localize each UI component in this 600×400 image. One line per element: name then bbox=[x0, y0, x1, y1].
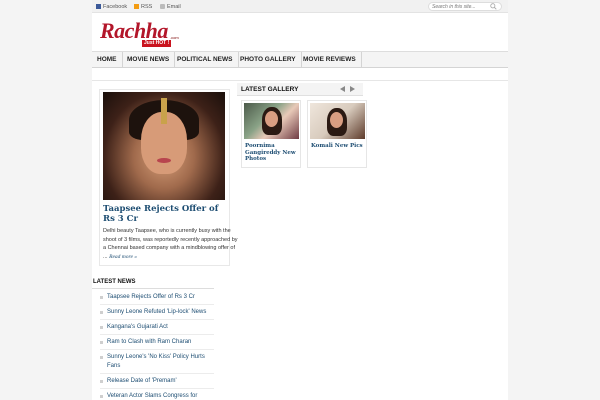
latest-gallery-header: LATEST GALLERY bbox=[237, 83, 363, 96]
list-item: Release Date of 'Premam' bbox=[100, 374, 214, 389]
news-link[interactable]: Ram to Clash with Ram Charan bbox=[107, 338, 213, 347]
bullet-icon bbox=[100, 380, 103, 383]
news-link[interactable]: Release Date of 'Premam' bbox=[107, 377, 213, 386]
featured-image-lips bbox=[157, 158, 171, 163]
gallery-next-arrow-icon[interactable] bbox=[350, 86, 355, 92]
bullet-icon bbox=[100, 395, 103, 398]
search-icon[interactable] bbox=[490, 3, 497, 10]
bullet-icon bbox=[100, 296, 103, 299]
rss-label: RSS bbox=[141, 4, 153, 10]
facebook-link[interactable]: Facebook bbox=[96, 3, 127, 11]
main-nav: HOME MOVIE NEWS POLITICAL NEWS PHOTO GAL… bbox=[92, 51, 508, 68]
bullet-icon bbox=[100, 326, 103, 329]
nav-item-photo-gallery[interactable]: PHOTO GALLERY bbox=[235, 52, 302, 68]
email-label: Email bbox=[167, 4, 181, 10]
list-item: Taapsee Rejects Offer of Rs 3 Cr bbox=[100, 290, 214, 305]
nav-item-movie-news[interactable]: MOVIE NEWS bbox=[122, 52, 176, 68]
news-link[interactable]: Taapsee Rejects Offer of Rs 3 Cr bbox=[107, 293, 213, 302]
list-item: Veteran Actor Slams Congress for bbox=[100, 389, 214, 400]
featured-article-excerpt: Delhi beauty Taapsee, who is currently b… bbox=[103, 227, 238, 261]
list-item: Ram to Clash with Ram Charan bbox=[100, 335, 214, 350]
logo-dotcom: .com bbox=[170, 35, 179, 40]
search-input[interactable] bbox=[432, 3, 492, 10]
gallery-item-image[interactable] bbox=[310, 103, 365, 139]
list-item: Sunny Leone's 'No Kiss' Policy Hurts Fan… bbox=[100, 350, 214, 374]
site-logo[interactable]: Rachha .com Just HOT ! bbox=[100, 18, 194, 50]
gallery-item[interactable]: Komali New Pics bbox=[307, 100, 367, 168]
email-link[interactable]: Email bbox=[160, 3, 181, 11]
rss-icon bbox=[134, 3, 139, 9]
facebook-label: Facebook bbox=[103, 4, 128, 10]
latest-news-title: LATEST NEWS bbox=[93, 279, 136, 285]
latest-gallery-title: LATEST GALLERY bbox=[241, 86, 299, 93]
featured-article-image[interactable] bbox=[103, 92, 225, 200]
featured-article-title[interactable]: Taapsee Rejects Offer of Rs 3 Cr bbox=[103, 204, 223, 224]
bullet-icon bbox=[100, 356, 103, 359]
logo-tagline: Just HOT ! bbox=[142, 40, 172, 47]
gallery-item[interactable]: Poornima Gangireddy New Photos bbox=[241, 100, 301, 168]
nav-item-home[interactable]: HOME bbox=[92, 52, 123, 68]
gallery-item-caption[interactable]: Komali New Pics bbox=[311, 143, 365, 150]
nav-item-movie-reviews[interactable]: MOVIE REVIEWS bbox=[298, 52, 362, 68]
facebook-icon bbox=[96, 3, 101, 9]
featured-image-ornament bbox=[161, 98, 167, 124]
bullet-icon bbox=[100, 311, 103, 314]
rss-link[interactable]: RSS bbox=[134, 3, 152, 11]
news-link[interactable]: Veteran Actor Slams Congress for bbox=[107, 392, 213, 400]
news-link[interactable]: Sunny Leone Refuted 'Lip-lock' News bbox=[107, 308, 213, 317]
sub-nav-bar bbox=[92, 68, 508, 81]
list-item: Sunny Leone Refuted 'Lip-lock' News bbox=[100, 305, 214, 320]
read-more-link[interactable]: Read more » bbox=[109, 254, 137, 260]
latest-news-header: LATEST NEWS bbox=[92, 277, 214, 289]
bullet-icon bbox=[100, 341, 103, 344]
gallery-item-image[interactable] bbox=[244, 103, 299, 139]
list-item: Kangana's Gujarati Act bbox=[100, 320, 214, 335]
nav-item-political-news[interactable]: POLITICAL NEWS bbox=[172, 52, 239, 68]
gallery-item-caption[interactable]: Poornima Gangireddy New Photos bbox=[245, 143, 299, 163]
gallery-prev-arrow-icon[interactable] bbox=[340, 86, 345, 92]
gallery-image-face bbox=[265, 111, 278, 127]
news-link[interactable]: Sunny Leone's 'No Kiss' Policy Hurts Fan… bbox=[107, 353, 213, 371]
email-icon bbox=[160, 3, 165, 9]
news-link[interactable]: Kangana's Gujarati Act bbox=[107, 323, 213, 332]
gallery-image-face bbox=[330, 112, 343, 128]
